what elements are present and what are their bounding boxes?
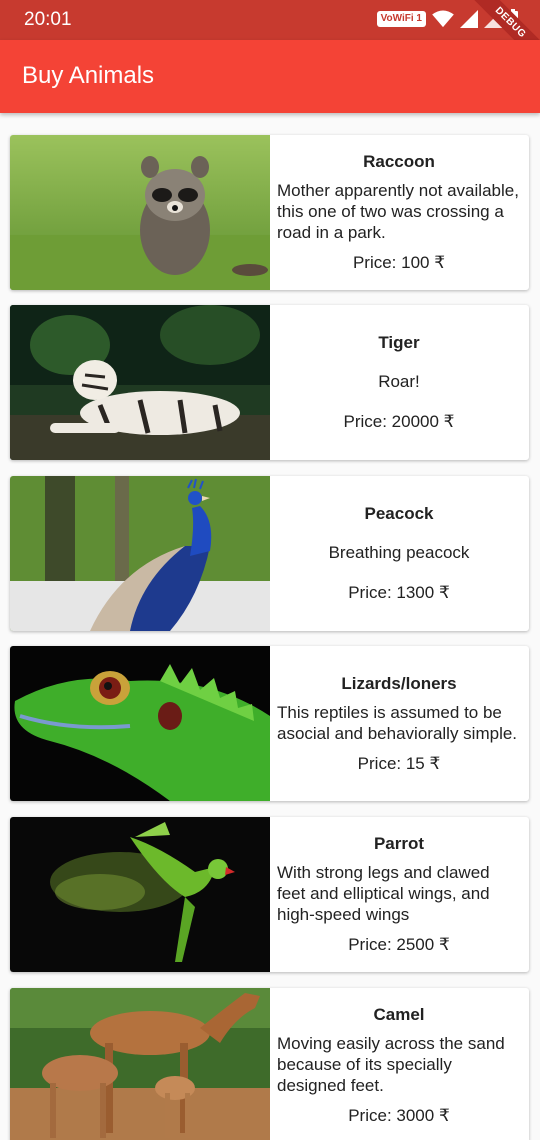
page-title: Buy Animals [22,62,155,89]
animal-name: Raccoon [363,152,435,171]
animal-name: Camel [373,1005,425,1024]
animal-description: Moving easily across the sand because of… [277,1034,505,1095]
wifi-icon [432,10,454,28]
status-bar: 20:01 VoWiFi 1 DEBUG [0,0,540,72]
animal-price: Price: 3000 ₹ [348,1106,450,1125]
status-time: 20:01 [24,9,72,30]
animal-price: Price: 15 ₹ [357,753,441,773]
card-body: Raccoon Mother apparently not available,… [270,135,529,290]
animal-description: With strong legs and clawed feet and ell… [277,863,490,924]
peacock-image [10,476,270,631]
lizard-image [10,646,270,801]
animal-name: Parrot [373,834,425,853]
card-body: Camel Moving easily across the sand beca… [270,988,529,1140]
card-body: Lizards/loners This reptiles is assumed … [270,646,529,801]
animal-price: Price: 20000 ₹ [343,412,455,431]
animal-card-parrot[interactable]: Parrot With strong legs and clawed feet … [10,817,529,972]
animal-name: Peacock [364,504,434,523]
card-body: Peacock Breathing peacock Price: 1300 ₹ [270,476,529,631]
signal-icon [460,10,478,28]
parrot-image [10,817,270,972]
animal-price: Price: 1300 ₹ [348,583,450,602]
animal-description: Roar! [378,372,420,391]
card-body: Parrot With strong legs and clawed feet … [270,817,529,972]
animal-description: This reptiles is assumed to be asocial a… [277,702,518,743]
animal-price: Price: 2500 ₹ [348,935,450,954]
animal-card-camel[interactable]: Camel Moving easily across the sand beca… [10,988,529,1140]
animal-card-raccoon[interactable]: Raccoon Mother apparently not available,… [10,135,529,290]
tiger-image [10,305,270,460]
animal-description: Mother apparently not available, this on… [277,181,519,242]
animal-name: Tiger [378,333,420,352]
animal-name: Lizards/loners [341,673,457,693]
raccoon-image [10,135,270,290]
app-bar: Buy Animals [0,40,540,113]
camel-image [10,988,270,1140]
animal-price: Price: 100 ₹ [352,253,446,272]
vowifi-badge: VoWiFi 1 [376,11,426,27]
animal-description: Breathing peacock [328,543,470,562]
card-body: Tiger Roar! Price: 20000 ₹ [270,305,529,460]
animal-card-lizard[interactable]: Lizards/loners This reptiles is assumed … [10,646,529,801]
animal-card-peacock[interactable]: Peacock Breathing peacock Price: 1300 ₹ [10,476,529,631]
animal-card-tiger[interactable]: Tiger Roar! Price: 20000 ₹ [10,305,529,460]
